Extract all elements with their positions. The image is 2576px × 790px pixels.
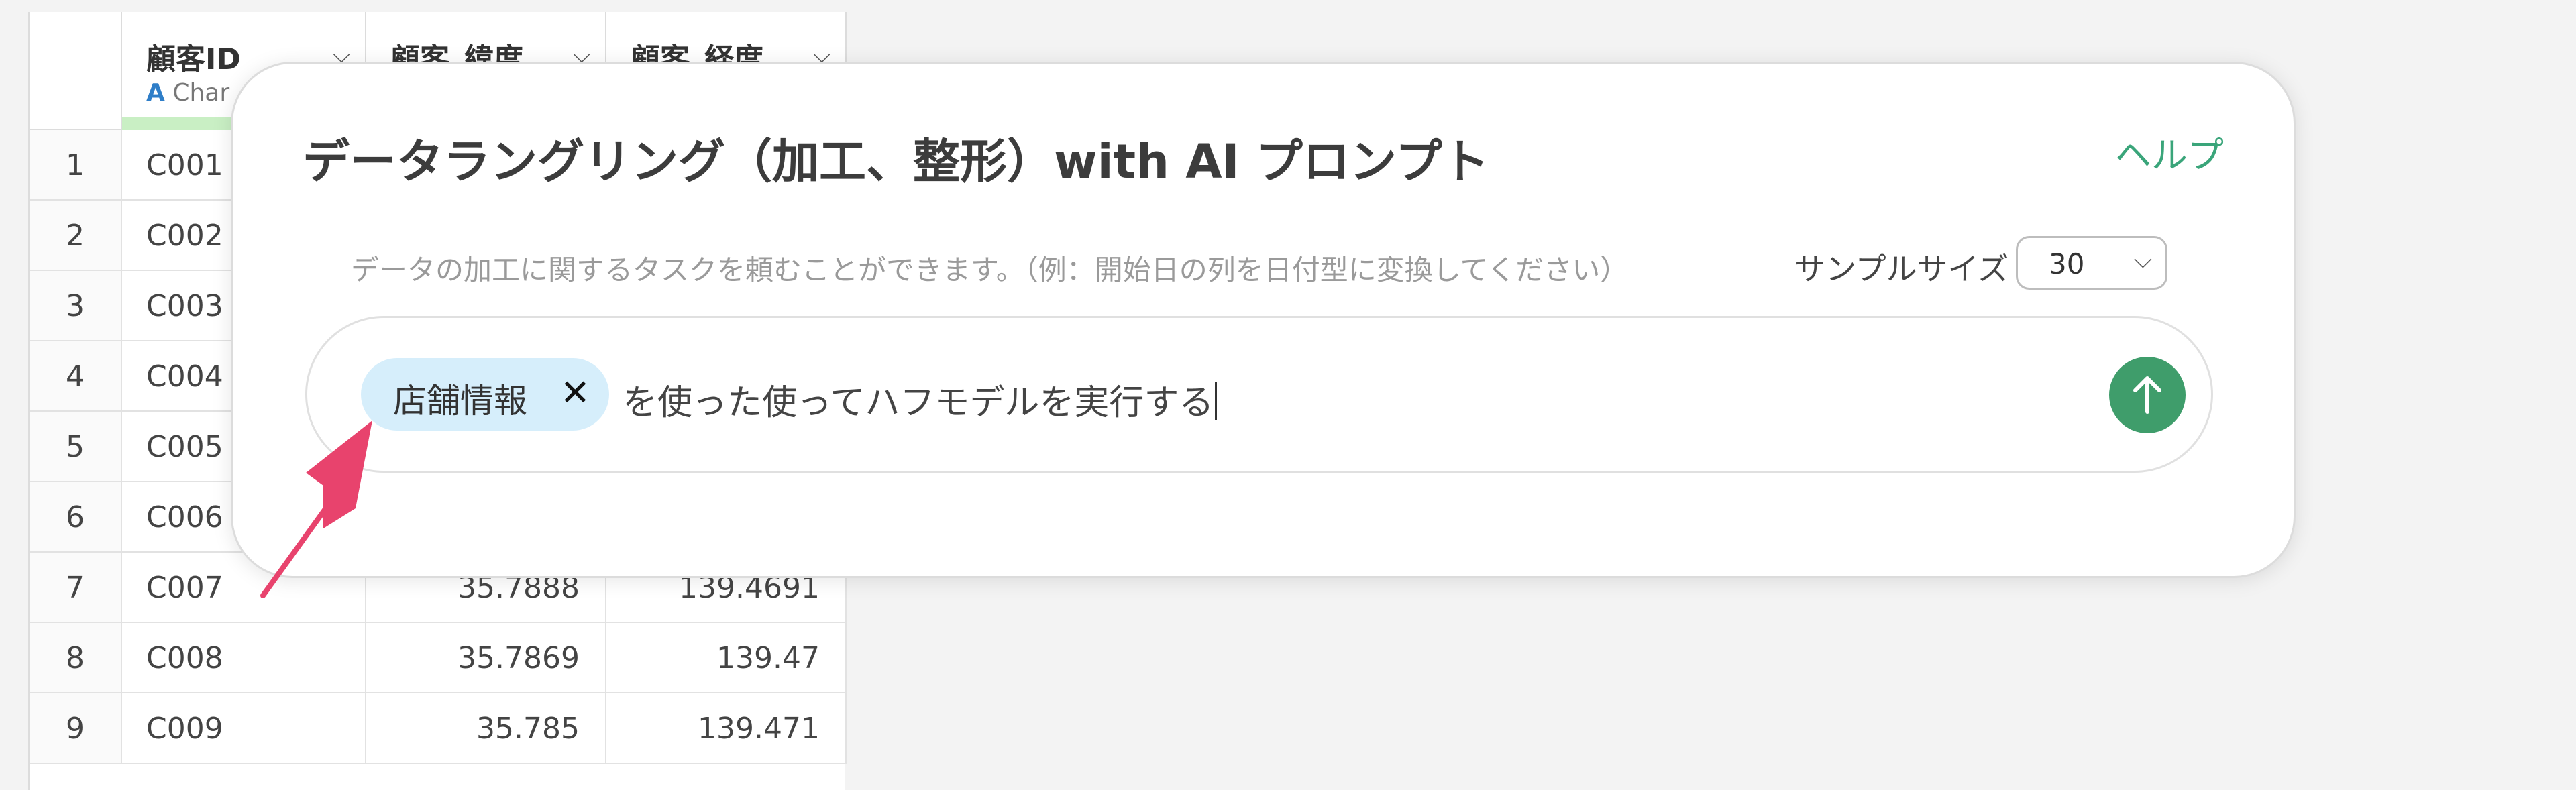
row-number[interactable]: 6 [30, 482, 122, 553]
column-name: 顧客ID [146, 42, 241, 76]
row-number[interactable]: 5 [30, 412, 122, 482]
row-number-header [30, 12, 122, 130]
sample-size-value: 30 [2049, 247, 2085, 280]
row-number[interactable]: 3 [30, 271, 122, 341]
sample-size-select[interactable]: 30 ⌵ [2016, 236, 2167, 290]
text-type-icon: A [146, 79, 165, 107]
help-link[interactable]: ヘルプ [2115, 125, 2224, 178]
prompt-text-value: を使った使ってハフモデルを実行する [623, 383, 1214, 423]
cell-longitude[interactable]: 139.47 [606, 623, 847, 693]
cell-customer-id[interactable]: C008 [122, 623, 366, 693]
text-caret [1215, 382, 1218, 420]
row-number[interactable]: 2 [30, 201, 122, 271]
cell-longitude[interactable]: 139.471 [606, 693, 847, 764]
ai-prompt-dialog: データラングリング（加工、整形）with AI プロンプト ヘルプ データの加工… [231, 62, 2296, 578]
dialog-title: データラングリング（加工、整形）with AI プロンプト [303, 134, 1489, 189]
prompt-text[interactable]: を使った使ってハフモデルを実行する [623, 374, 1218, 425]
chevron-down-icon: ⌵ [2133, 246, 2152, 274]
prompt-hint: データの加工に関するタスクを頼むことができます。（例：開始日の列を日付型に変換し… [351, 253, 1629, 286]
sample-size-label: サンプルサイズ [1794, 251, 2009, 287]
dataset-chip[interactable]: 店舗情報 ✕ [361, 358, 609, 431]
column-type-label: Char [172, 79, 230, 107]
cell-customer-id[interactable]: C009 [122, 693, 366, 764]
prompt-input[interactable]: 店舗情報 ✕ を使った使ってハフモデルを実行する [305, 316, 2213, 473]
close-icon[interactable]: ✕ [560, 372, 590, 414]
row-number[interactable]: 4 [30, 341, 122, 412]
row-number[interactable]: 9 [30, 693, 122, 764]
row-number[interactable]: 1 [30, 130, 122, 201]
column-type: A Char [146, 79, 229, 107]
row-number[interactable]: 8 [30, 623, 122, 693]
dataset-chip-label: 店舗情報 [393, 382, 527, 420]
arrow-up-icon [2133, 376, 2161, 414]
cell-latitude[interactable]: 35.7869 [366, 623, 606, 693]
send-button[interactable] [2109, 357, 2186, 433]
cell-latitude[interactable]: 35.785 [366, 693, 606, 764]
row-number[interactable]: 7 [30, 553, 122, 623]
